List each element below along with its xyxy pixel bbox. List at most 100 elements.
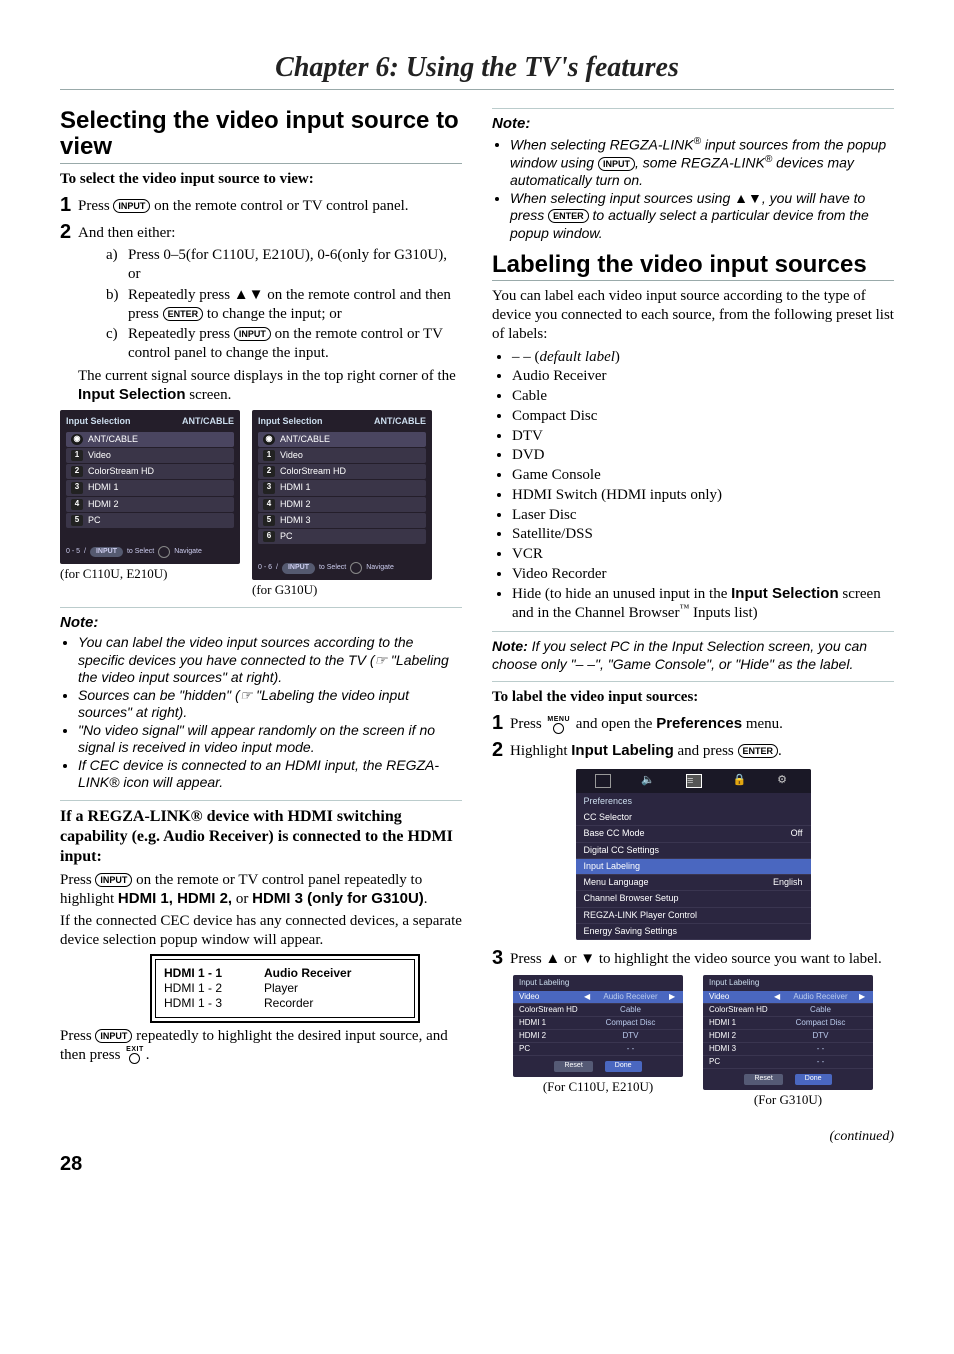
hdmi-1-2-label: HDMI 1, HDMI 2, (118, 890, 232, 907)
note-label: Note: (60, 614, 98, 631)
cec-port: HDMI 1 - 1 (164, 966, 264, 981)
chapter-rule (60, 89, 894, 90)
cec-device: Recorder (264, 996, 313, 1011)
s2-a: Highlight (510, 743, 571, 759)
preferences-menu: 🔈 ≡ 🔒 ⚙ Preferences CC Selector Base CC … (576, 769, 811, 940)
input-labeling-screenshots: Input Labeling Video◀Audio Receiver▶ Col… (492, 975, 894, 1108)
osd-caption-2: (for G310U) (252, 582, 432, 598)
input-labeling-label: Input Labeling (571, 742, 674, 759)
regza-p3-a: Press (60, 1028, 95, 1044)
osd-input-selection-c110u: Input Selection ANT/CABLE ◉ ANT/CABLE 1 Vi… (60, 410, 240, 564)
osd-range: 0 - 6 (258, 564, 272, 573)
osd-item-label: ANT/CABLE (88, 434, 138, 445)
il-header: Input Labeling (703, 975, 873, 991)
note-item: Sources can be "hidden" (☞ "Labeling the… (78, 687, 462, 722)
step-2-tail-a: The current signal source displays in th… (78, 368, 456, 384)
enter-keycap-icon: ENTER (738, 744, 779, 758)
il-row: PC- - (703, 1056, 873, 1069)
osd-index: 4 (263, 499, 275, 510)
list-item: Compact Disc (512, 407, 894, 426)
page-number: 28 (60, 1152, 894, 1177)
osd-input-pill: INPUT (282, 563, 315, 574)
osd-index: 2 (71, 466, 83, 477)
input-labeling-g310u: Input Labeling Video◀Audio Receiver▶ Col… (703, 975, 873, 1090)
il-row: HDMI 2DTV (513, 1030, 683, 1043)
section-rule (60, 163, 462, 164)
il-done-button: Done (795, 1074, 832, 1085)
osd-screenshots: Input Selection ANT/CABLE ◉ ANT/CABLE 1 Vi… (60, 410, 462, 598)
sub-rule (492, 681, 894, 682)
il-row: PC- - (513, 1043, 683, 1056)
step-2-tail-b: screen. (186, 387, 232, 403)
osd-foot-nav: Navigate (366, 564, 394, 573)
option-label: c) (106, 325, 128, 363)
note-label: Note: (492, 638, 528, 654)
enter-keycap-icon: ENTER (548, 209, 589, 223)
cec-port: HDMI 1 - 2 (164, 981, 264, 996)
list-item: Game Console (512, 466, 894, 485)
osd-input-selection-g310u: Input Selection ANT/CABLE ◉ANT/CABLE 1Vi… (252, 410, 432, 580)
list-item: Audio Receiver (512, 367, 894, 386)
osd-foot-select: to Select (127, 548, 154, 557)
list-item: Video Recorder (512, 565, 894, 584)
two-column-layout: Selecting the video input source to view… (60, 108, 894, 1108)
osd-range: 0 - 5 (66, 548, 80, 557)
regza-p1-a: Press (60, 872, 95, 888)
osd-index: ◉ (71, 434, 83, 445)
s1-b: and open the (572, 716, 656, 732)
osd-item-label: PC (88, 515, 101, 526)
note-label: Note: (492, 115, 530, 132)
cec-device: Player (264, 981, 298, 996)
sub-rule (60, 800, 462, 801)
input-keycap-icon: INPUT (95, 873, 132, 887)
note-item: If CEC device is connected to an HDMI in… (78, 757, 462, 792)
il-row-active: Video◀Audio Receiver▶ (703, 991, 873, 1004)
osd-index: 1 (71, 450, 83, 461)
il-row-active: Video◀Audio Receiver▶ (513, 991, 683, 1004)
note-body: If you select PC in the Input Selection … (492, 638, 867, 672)
continued-label: (continued) (60, 1128, 894, 1146)
osd-title: Input Selection (66, 416, 131, 427)
prefs-header: Preferences (576, 793, 811, 810)
osd-index: 2 (263, 466, 275, 477)
step-1: 1 Press INPUT on the remote control or T… (60, 193, 462, 218)
input-labeling-c110u: Input Labeling Video◀Audio Receiver▶ Col… (513, 975, 683, 1077)
step-number: 1 (492, 711, 510, 736)
option-c-text-a: Repeatedly press (128, 326, 234, 342)
regza-p2: If the connected CEC device has any conn… (60, 912, 462, 950)
osd-current: ANT/CABLE (374, 416, 426, 427)
osd-item-label: PC (280, 531, 293, 542)
list-item: Cable (512, 387, 894, 406)
il-row: ColorStream HDCable (703, 1004, 873, 1017)
il-caption-2: (For G310U) (703, 1092, 873, 1108)
step-number: 3 (492, 946, 510, 971)
il-row: HDMI 1Compact Disc (513, 1017, 683, 1030)
list-item: – – (default label) (512, 348, 894, 367)
sub-rule (60, 607, 462, 608)
osd-title: Input Selection (258, 416, 323, 427)
audio-tab-icon: 🔈 (641, 774, 655, 786)
section-heading-labeling: Labeling the video input sources (492, 252, 894, 278)
regza-subhead: If a REGZA-LINK® device with HDMI switch… (60, 807, 462, 867)
section-rule (492, 280, 894, 281)
osd-index: 6 (263, 531, 275, 542)
osd-current: ANT/CABLE (182, 416, 234, 427)
osd-item-label: Video (88, 450, 111, 461)
cec-popup: HDMI 1 - 1Audio Receiver HDMI 1 - 2Playe… (150, 954, 420, 1023)
prefs-row: CC Selector (576, 810, 811, 826)
exit-key-icon: EXIT (124, 1046, 146, 1064)
option-b-text-b: to change the input; or (203, 306, 342, 322)
regza-or: or (232, 891, 252, 907)
osd-item-label: ANT/CABLE (280, 434, 330, 445)
osd-item-label: HDMI 2 (88, 499, 119, 510)
il-done-button: Done (605, 1061, 642, 1072)
input-keycap-icon: INPUT (234, 327, 271, 341)
osd-item-label: ColorStream HD (280, 466, 346, 477)
prefs-row: Digital CC Settings (576, 843, 811, 859)
il-row: HDMI 1Compact Disc (703, 1017, 873, 1030)
prefs-row: Base CC ModeOff (576, 826, 811, 842)
note-list-left: You can label the video input sources ac… (78, 634, 462, 792)
osd-index: 5 (71, 515, 83, 526)
s1-c: menu. (742, 716, 783, 732)
il-row: HDMI 3- - (703, 1043, 873, 1056)
